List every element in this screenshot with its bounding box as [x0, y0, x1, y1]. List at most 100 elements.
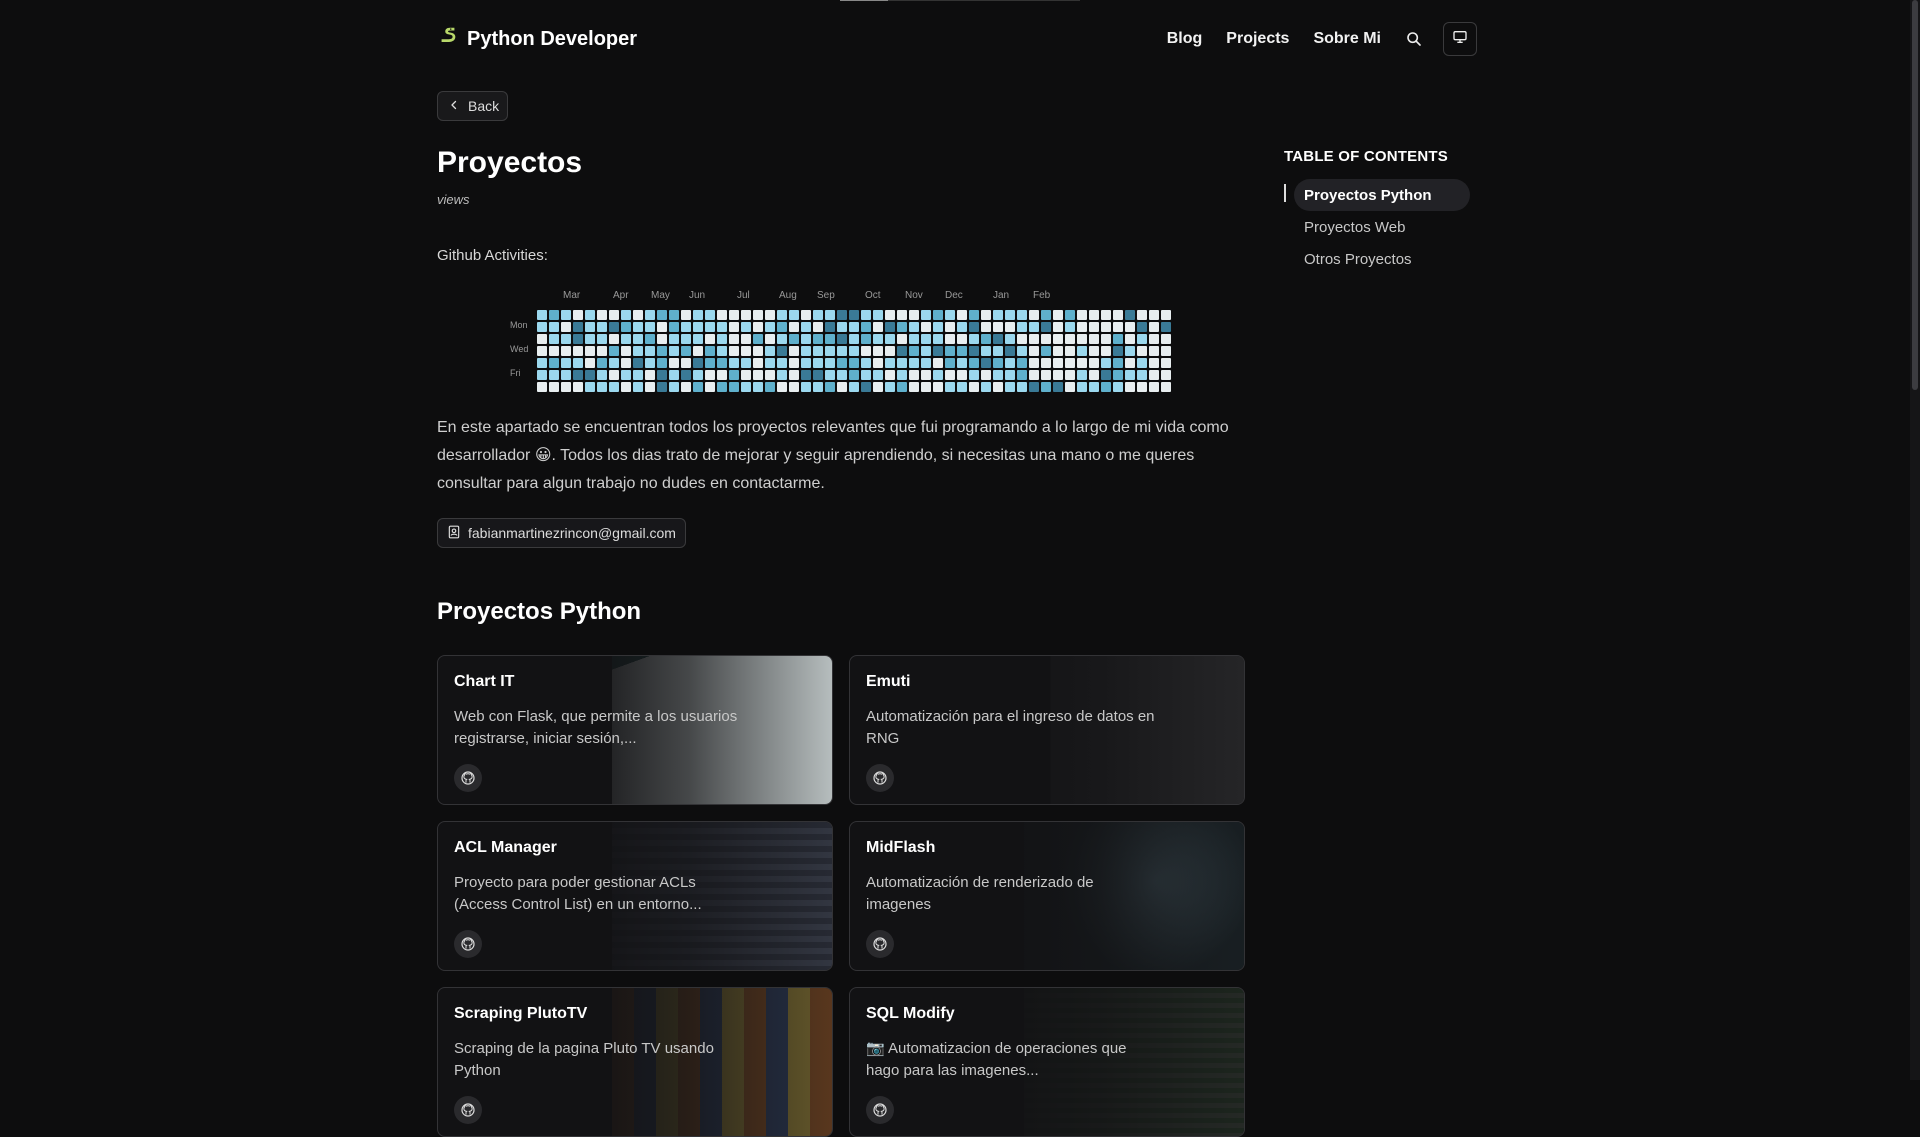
github-icon[interactable] [454, 1096, 482, 1124]
activity-cell [873, 382, 883, 392]
activity-cell [957, 358, 967, 368]
activity-cell [957, 334, 967, 344]
activity-cell [933, 346, 943, 356]
activity-cell [1089, 310, 1099, 320]
activity-cell [657, 358, 667, 368]
activity-cell [561, 322, 571, 332]
activity-cell [777, 346, 787, 356]
activity-cell [1041, 382, 1051, 392]
activity-cell [873, 322, 883, 332]
activity-cell [993, 346, 1003, 356]
activity-cell [549, 382, 559, 392]
activity-cell [837, 382, 847, 392]
activity-cell [1137, 310, 1147, 320]
activity-cell [1029, 382, 1039, 392]
activity-cell [609, 334, 619, 344]
activity-cell [549, 370, 559, 380]
toc-item-proyectos-python[interactable]: Proyectos Python [1294, 179, 1470, 211]
activity-cell [813, 382, 823, 392]
month-label: Jul [737, 290, 750, 301]
activity-cell [729, 382, 739, 392]
activity-cell [945, 358, 955, 368]
activity-cell [1125, 382, 1135, 392]
activity-cell [873, 358, 883, 368]
activity-cell [993, 322, 1003, 332]
activity-cell [801, 334, 811, 344]
search-icon[interactable] [1405, 30, 1423, 48]
activity-cell [849, 370, 859, 380]
project-card[interactable]: Scraping PlutoTV Scraping de la pagina Pl… [437, 987, 833, 1137]
activity-cell [621, 382, 631, 392]
activity-cell [885, 358, 895, 368]
activity-cell [909, 310, 919, 320]
scrollbar-thumb[interactable] [1912, 0, 1918, 390]
activity-cell [573, 322, 583, 332]
activity-cell [1149, 370, 1159, 380]
project-card[interactable]: MidFlash Automatización de renderizado de… [849, 821, 1245, 971]
theme-toggle-button[interactable] [1443, 22, 1477, 56]
activity-cell [909, 322, 919, 332]
activity-cell [705, 334, 715, 344]
activity-cell [777, 322, 787, 332]
activity-cell [849, 322, 859, 332]
activity-cell [801, 358, 811, 368]
email-button[interactable]: fabianmartinezrincon@gmail.com [437, 518, 686, 548]
day-label-fri: Fri [510, 368, 521, 378]
back-button[interactable]: Back [437, 91, 509, 121]
activity-cell [765, 346, 775, 356]
activity-cell [705, 382, 715, 392]
activity-cell [729, 358, 739, 368]
activity-cell [1113, 358, 1123, 368]
activity-cell [1125, 310, 1135, 320]
activity-cell [957, 370, 967, 380]
activity-cell [537, 322, 547, 332]
activity-cell [789, 334, 799, 344]
scrollbar[interactable] [1910, 0, 1920, 1080]
activity-cell [597, 370, 607, 380]
github-icon[interactable] [454, 764, 482, 792]
activity-cell [669, 382, 679, 392]
toc-item-otros-proyectos[interactable]: Otros Proyectos [1284, 243, 1474, 275]
toc-active-indicator [1284, 184, 1286, 202]
project-card[interactable]: Chart IT Web con Flask, que permite a los… [437, 655, 833, 805]
activity-cell [789, 370, 799, 380]
nav-sobre-mi[interactable]: Sobre Mi [1313, 30, 1381, 48]
activity-cell [1125, 346, 1135, 356]
activity-cell [789, 382, 799, 392]
activity-cell [921, 346, 931, 356]
nav-projects[interactable]: Projects [1226, 30, 1289, 48]
grin-emoji-icon: 😀 [534, 447, 552, 464]
brand-link[interactable]: Python Developer [437, 25, 637, 53]
activity-cell [729, 346, 739, 356]
activity-cell [861, 310, 871, 320]
github-activities-label: Github Activities: [437, 247, 548, 264]
activity-cell [1065, 370, 1075, 380]
activity-cell [621, 358, 631, 368]
github-icon[interactable] [866, 930, 894, 958]
month-label: Sep [817, 290, 835, 301]
activity-cell [741, 322, 751, 332]
activity-cell [609, 310, 619, 320]
nav-blog[interactable]: Blog [1167, 30, 1203, 48]
activity-cell [681, 334, 691, 344]
activity-cell [681, 370, 691, 380]
toc-item-proyectos-web[interactable]: Proyectos Web [1284, 211, 1474, 243]
github-activity-heatmap: Mar Apr May Jun Jul Aug Sep Oct Nov Dec Jan Feb Mon… [505, 288, 1185, 398]
project-card[interactable]: ACL Manager Proyecto para poder gestionar… [437, 821, 833, 971]
activity-cell [777, 358, 787, 368]
github-icon[interactable] [454, 930, 482, 958]
activity-cell [585, 334, 595, 344]
activity-cell [753, 334, 763, 344]
project-card[interactable]: Emuti Automatización para el ingreso de d… [849, 655, 1245, 805]
activity-cell [1065, 310, 1075, 320]
activity-cell [1005, 346, 1015, 356]
activity-cell [1029, 358, 1039, 368]
activity-cell [813, 370, 823, 380]
github-icon[interactable] [866, 764, 894, 792]
activity-cell [633, 382, 643, 392]
project-description: Scraping de la pagina Pluto TV usando Py… [454, 1040, 714, 1079]
github-icon[interactable] [866, 1096, 894, 1124]
project-card[interactable]: SQL Modify 📷 Automatizacion de operacione… [849, 987, 1245, 1137]
activity-cell [633, 370, 643, 380]
activity-cell [549, 322, 559, 332]
